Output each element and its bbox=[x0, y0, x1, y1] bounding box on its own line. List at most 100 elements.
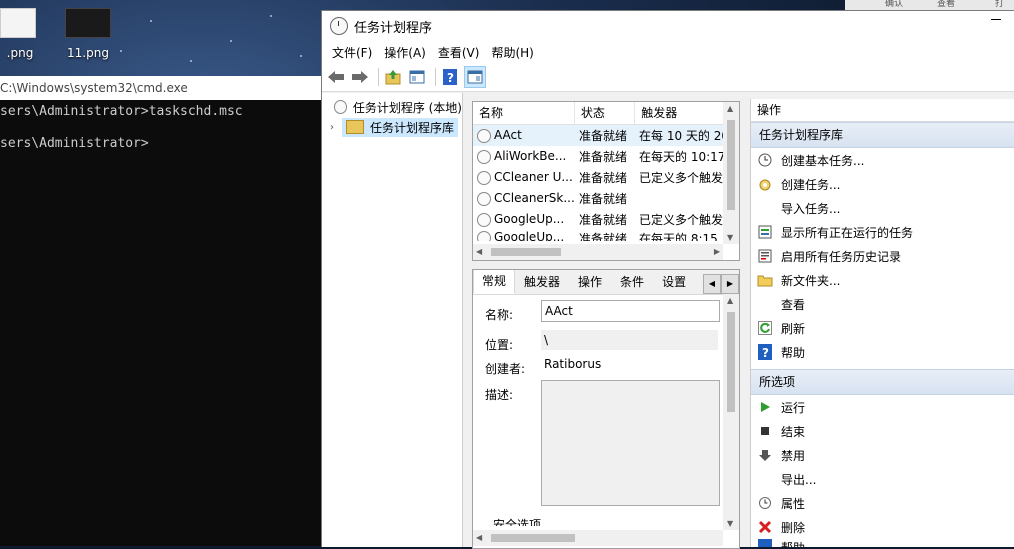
menu-view[interactable]: 查看(V) bbox=[432, 44, 486, 61]
tab-general[interactable]: 常规 bbox=[473, 270, 516, 294]
window-title-bar[interactable]: 任务计划程序 bbox=[322, 11, 1014, 41]
scroll-down-icon[interactable]: ▼ bbox=[727, 519, 733, 528]
scroll-thumb[interactable] bbox=[727, 312, 735, 412]
tab-settings[interactable]: 设置 bbox=[653, 270, 695, 294]
show-hide-action-pane-icon[interactable] bbox=[464, 66, 486, 88]
action-end[interactable]: 结束 bbox=[751, 419, 1014, 443]
action-import-task[interactable]: 导入任务... bbox=[751, 196, 1014, 220]
back-icon[interactable] bbox=[326, 67, 346, 87]
task-status: 准备就绪 bbox=[579, 171, 628, 185]
scroll-thumb[interactable] bbox=[727, 120, 735, 210]
action-label: 刷新 bbox=[781, 321, 806, 336]
help-icon[interactable]: ? bbox=[440, 67, 460, 87]
name-label: 名称: bbox=[485, 308, 514, 322]
action-enable-history[interactable]: 启用所有任务历史记录 bbox=[751, 244, 1014, 268]
scroll-thumb[interactable] bbox=[491, 534, 575, 542]
menu-action[interactable]: 操作(A) bbox=[378, 44, 432, 61]
scroll-up-icon[interactable]: ▲ bbox=[727, 104, 733, 113]
scroll-right-icon[interactable]: ▶ bbox=[714, 247, 720, 256]
show-hide-tree-icon[interactable] bbox=[407, 67, 427, 87]
tab-scroll-left-icon[interactable]: ◀ bbox=[703, 274, 721, 294]
task-trigger: 在每天的 8:15 bbox=[639, 232, 718, 241]
task-clock-icon bbox=[477, 212, 491, 227]
tab-conditions[interactable]: 条件 bbox=[611, 270, 653, 294]
cmd-output-line: sers\Administrator>taskschd.msc bbox=[0, 104, 243, 119]
svg-text:?: ? bbox=[762, 346, 769, 360]
menu-file[interactable]: 文件(F) bbox=[326, 44, 378, 61]
menu-help[interactable]: 帮助(H) bbox=[485, 44, 539, 61]
task-trigger: 在每天的 10:17 bbox=[639, 150, 726, 164]
action-label: 查看 bbox=[781, 297, 806, 312]
detail-horizontal-scrollbar[interactable]: ◀ bbox=[473, 530, 723, 546]
action-properties[interactable]: 属性 bbox=[751, 491, 1014, 515]
forward-icon[interactable] bbox=[350, 67, 370, 87]
delete-icon bbox=[757, 519, 773, 535]
actions-section-selected[interactable]: 所选项 bbox=[751, 369, 1014, 395]
location-field: \ bbox=[541, 330, 718, 350]
table-row[interactable]: CCleaner U... 准备就绪 已定义多个触发 bbox=[473, 167, 739, 188]
scroll-left-icon[interactable]: ◀ bbox=[476, 247, 482, 256]
detail-tabs: 常规 触发器 操作 条件 设置 ◀ ▶ bbox=[473, 270, 739, 295]
calendar-clock-icon bbox=[757, 152, 773, 168]
action-label: 创建任务... bbox=[781, 177, 841, 192]
action-create-task[interactable]: 创建任务... bbox=[751, 172, 1014, 196]
action-disable[interactable]: 禁用 bbox=[751, 443, 1014, 467]
action-label: 启用所有任务历史记录 bbox=[781, 249, 902, 264]
task-scheduler-window[interactable]: 任务计划程序 文件(F) 操作(A) 查看(V) 帮助(H) ? 任务计划程序 … bbox=[321, 10, 1014, 549]
action-delete[interactable]: 删除 bbox=[751, 515, 1014, 539]
minimize-icon[interactable] bbox=[991, 19, 1001, 20]
list-vertical-scrollbar[interactable]: ▲ ▼ bbox=[723, 102, 739, 244]
table-row[interactable]: GoogleUp... 准备就绪 在每天的 8:15 bbox=[473, 230, 739, 241]
tab-actions[interactable]: 操作 bbox=[569, 270, 611, 294]
table-row[interactable]: AAct 准备就绪 在每 10 天的 20 bbox=[473, 125, 739, 146]
action-show-running-tasks[interactable]: 显示所有正在运行的任务 bbox=[751, 220, 1014, 244]
action-refresh[interactable]: 刷新 bbox=[751, 316, 1014, 340]
list-horizontal-scrollbar[interactable]: ◀ ▶ bbox=[473, 244, 723, 260]
task-trigger: 在每 10 天的 20 bbox=[639, 129, 729, 143]
table-row[interactable]: GoogleUp... 准备就绪 已定义多个触发 bbox=[473, 209, 739, 230]
cmd-title-bar[interactable]: C:\Windows\system32\cmd.exe bbox=[0, 76, 322, 100]
cmd-window[interactable]: C:\Windows\system32\cmd.exe sers\Adminis… bbox=[0, 76, 322, 546]
action-help[interactable]: ? 帮助 bbox=[751, 340, 1014, 364]
action-run[interactable]: 运行 bbox=[751, 395, 1014, 419]
up-folder-icon[interactable] bbox=[383, 67, 403, 87]
actions-section-library[interactable]: 任务计划程序库 bbox=[751, 122, 1014, 148]
task-clock-icon bbox=[477, 170, 491, 185]
running-tasks-icon bbox=[757, 224, 773, 240]
action-new-folder[interactable]: 新文件夹... bbox=[751, 268, 1014, 292]
scroll-up-icon[interactable]: ▲ bbox=[727, 296, 733, 305]
tree-item-library[interactable]: › 任务计划程序库 bbox=[322, 117, 462, 137]
description-field[interactable] bbox=[541, 380, 720, 506]
desktop-file-label: 11.png bbox=[67, 46, 109, 60]
action-create-basic-task[interactable]: 创建基本任务... bbox=[751, 148, 1014, 172]
task-list[interactable]: 名称 状态 触发器 AAct 准备就绪 在每 10 天的 20 AliWorkB… bbox=[472, 101, 740, 261]
task-name: CCleanerSk... bbox=[494, 191, 575, 206]
tab-scroll-right-icon[interactable]: ▶ bbox=[721, 274, 739, 294]
scroll-left-icon[interactable]: ◀ bbox=[476, 533, 482, 542]
expand-chevron-icon[interactable]: › bbox=[330, 122, 342, 133]
desktop-file-11png[interactable]: 11.png bbox=[58, 8, 118, 60]
action-label: 创建基本任务... bbox=[781, 153, 865, 168]
action-label: 属性 bbox=[781, 496, 806, 511]
task-trigger: 已定义多个触发 bbox=[639, 213, 724, 227]
scroll-down-icon[interactable]: ▼ bbox=[727, 233, 733, 242]
desktop-file-png[interactable]: .png bbox=[0, 8, 40, 60]
detail-vertical-scrollbar[interactable]: ▲ ▼ bbox=[723, 294, 739, 530]
table-row[interactable]: CCleanerSk... 准备就绪 bbox=[473, 188, 739, 209]
toolbar-separator bbox=[435, 68, 436, 86]
action-export[interactable]: 导出... bbox=[751, 467, 1014, 491]
name-field[interactable]: AAct bbox=[541, 300, 720, 322]
action-view[interactable]: 查看 bbox=[751, 292, 1014, 316]
taskbar-fragment: 确认 查看 打 bbox=[845, 0, 1014, 10]
console-tree: 任务计划程序 (本地) › 任务计划程序库 bbox=[322, 93, 463, 547]
column-header-name[interactable]: 名称 bbox=[473, 102, 575, 124]
history-icon bbox=[757, 248, 773, 264]
table-row[interactable]: AliWorkBe... 准备就绪 在每天的 10:17 bbox=[473, 146, 739, 167]
clock-icon bbox=[333, 100, 347, 114]
tab-triggers[interactable]: 触发器 bbox=[515, 270, 569, 294]
scroll-thumb[interactable] bbox=[491, 248, 561, 256]
action-label: 运行 bbox=[781, 400, 806, 415]
tree-item-label: 任务计划程序 (本地) bbox=[352, 100, 462, 115]
column-header-status[interactable]: 状态 bbox=[575, 102, 636, 124]
tree-item-root[interactable]: 任务计划程序 (本地) bbox=[322, 97, 462, 117]
